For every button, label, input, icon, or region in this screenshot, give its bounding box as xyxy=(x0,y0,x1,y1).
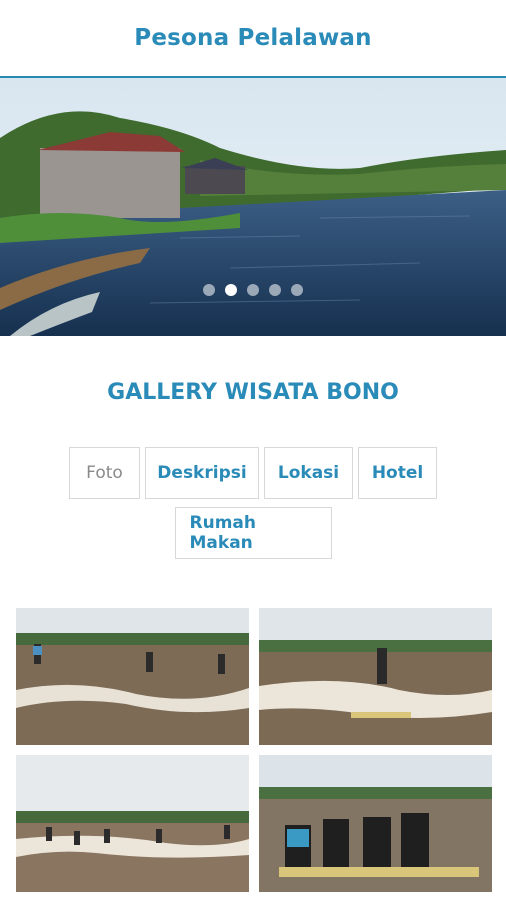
content-tabs: Foto Deskripsi Lokasi Hotel Rumah Makan xyxy=(63,447,443,559)
gallery-photo[interactable] xyxy=(259,755,492,892)
app-title: Pesona Pelalawan xyxy=(134,25,372,51)
carousel-dot[interactable] xyxy=(247,284,259,296)
hero-image xyxy=(0,78,506,336)
carousel-dot[interactable] xyxy=(291,284,303,296)
tab-foto[interactable]: Foto xyxy=(69,447,140,499)
gallery-photo[interactable] xyxy=(259,608,492,745)
photo-gallery xyxy=(16,608,492,892)
carousel-indicators xyxy=(0,284,506,296)
carousel-dot[interactable] xyxy=(269,284,281,296)
tab-rumah-makan[interactable]: Rumah Makan xyxy=(174,507,332,559)
gallery-photo[interactable] xyxy=(16,608,249,745)
tab-hotel[interactable]: Hotel xyxy=(358,447,437,499)
carousel-dot-active[interactable] xyxy=(225,284,237,296)
app-header: Pesona Pelalawan xyxy=(0,0,506,78)
gallery-photo[interactable] xyxy=(16,755,249,892)
hero-carousel[interactable] xyxy=(0,78,506,336)
tab-lokasi[interactable]: Lokasi xyxy=(264,447,353,499)
carousel-dot[interactable] xyxy=(203,284,215,296)
gallery-title: GALLERY WISATA BONO xyxy=(107,380,399,405)
tab-deskripsi[interactable]: Deskripsi xyxy=(145,447,259,499)
